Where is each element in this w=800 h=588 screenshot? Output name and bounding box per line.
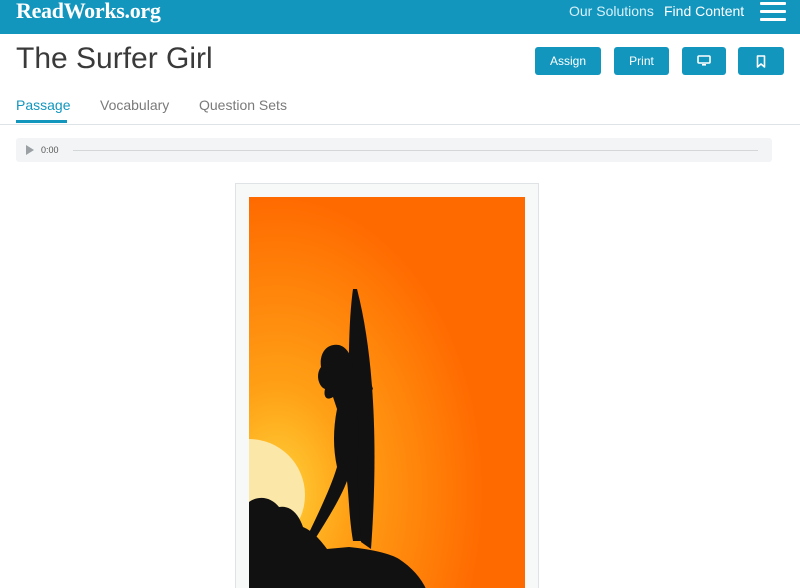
page-title: The Surfer Girl xyxy=(16,42,213,75)
tab-vocabulary[interactable]: Vocabulary xyxy=(100,97,169,113)
active-tab-indicator xyxy=(16,120,67,123)
top-navigation-bar: ReadWorks.org Our Solutions Find Content xyxy=(0,0,800,34)
audio-progress-track[interactable] xyxy=(73,150,758,151)
hamburger-menu-icon[interactable] xyxy=(760,2,786,22)
present-screen-icon xyxy=(697,55,711,66)
audio-time: 0:00 xyxy=(41,145,59,155)
passage-image-frame xyxy=(235,183,539,588)
surfer-silhouette-image xyxy=(249,197,525,588)
present-button[interactable] xyxy=(682,47,726,75)
readworks-logo[interactable]: ReadWorks.org xyxy=(16,0,161,24)
nav-find-content[interactable]: Find Content xyxy=(664,3,744,19)
bookmark-icon xyxy=(756,54,766,68)
audio-player: 0:00 xyxy=(16,138,772,162)
tab-divider xyxy=(0,124,800,125)
assign-button[interactable]: Assign xyxy=(535,47,601,75)
tab-question-sets[interactable]: Question Sets xyxy=(199,97,287,113)
nav-our-solutions[interactable]: Our Solutions xyxy=(569,3,654,19)
play-icon[interactable] xyxy=(26,145,34,155)
print-button[interactable]: Print xyxy=(614,47,669,75)
tab-passage[interactable]: Passage xyxy=(16,97,70,113)
bookmark-button[interactable] xyxy=(738,47,784,75)
